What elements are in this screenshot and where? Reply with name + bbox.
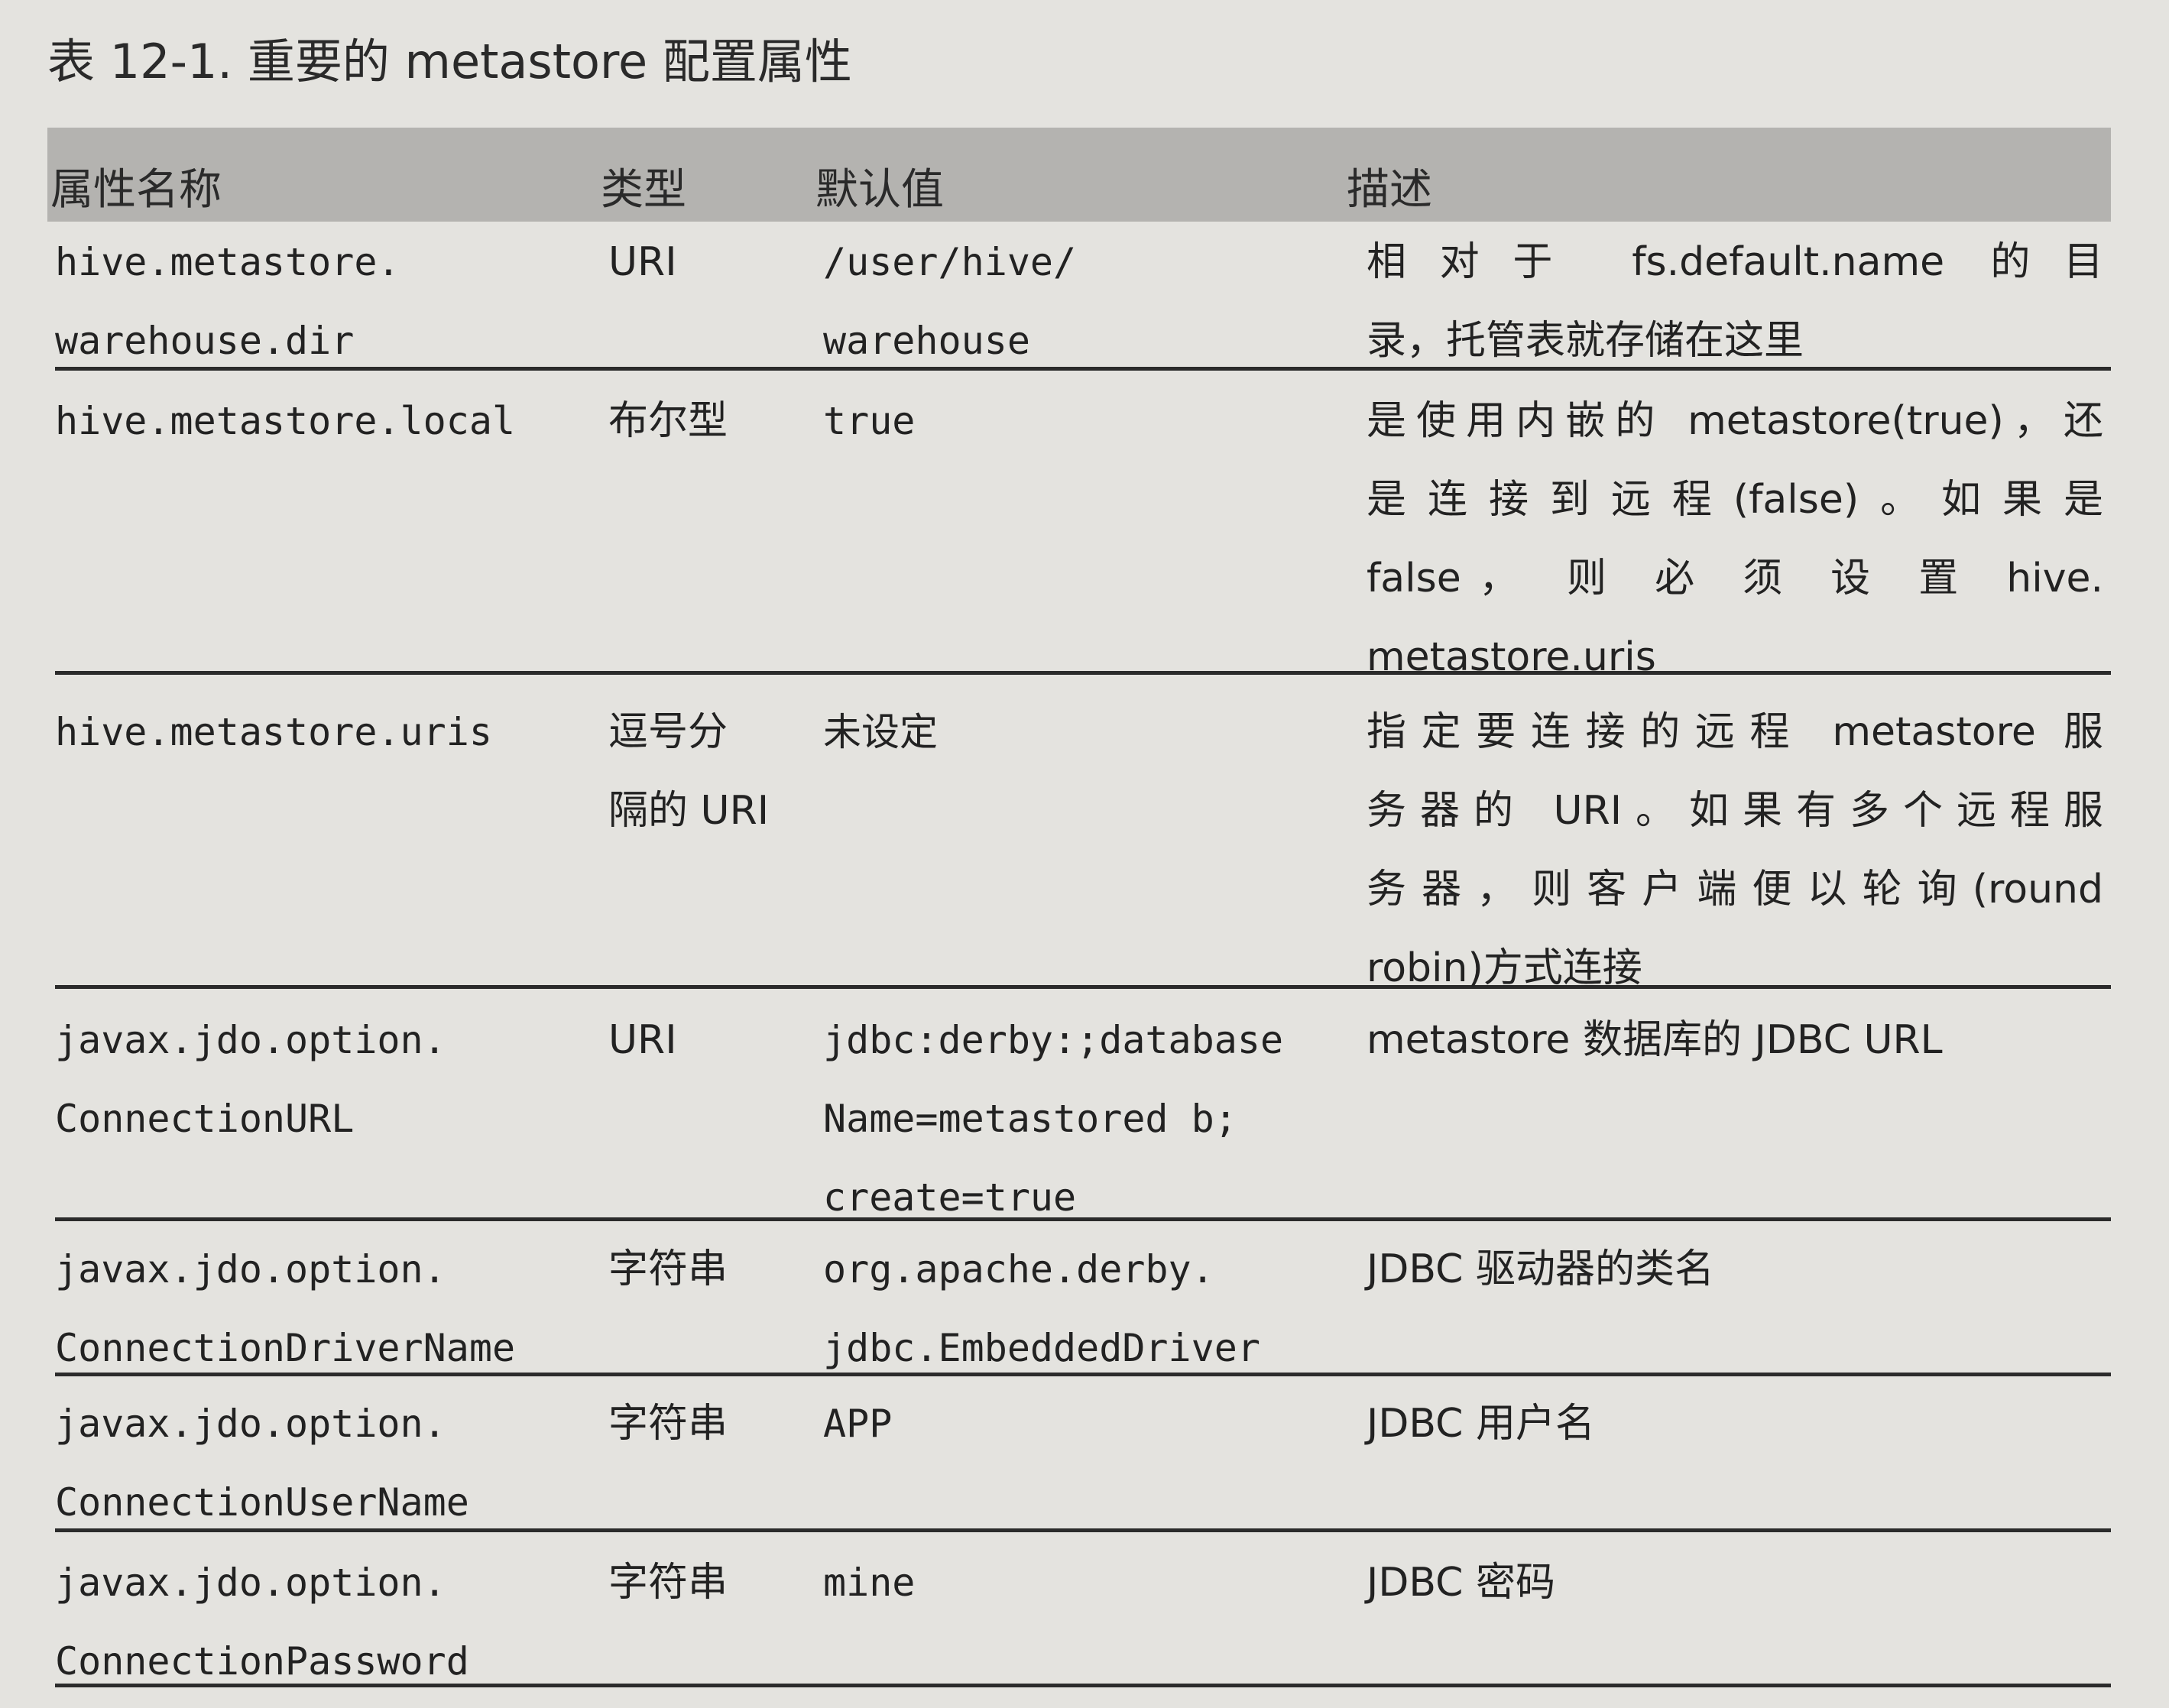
- cell-name: hive.metastore.uris: [55, 693, 492, 772]
- cell-line: javax.jdo.option.: [55, 1018, 446, 1062]
- cell-name: hive.metastore. warehouse.dir: [55, 223, 400, 381]
- cell-line: warehouse: [823, 319, 1030, 363]
- cell-line: 字符串: [608, 1401, 728, 1447]
- cell-line: 隔的 URI: [608, 788, 770, 834]
- cell-line: metastore 数据库的 JDBC URL: [1367, 1017, 1943, 1063]
- cell-line: JDBC 用户名: [1367, 1401, 1595, 1447]
- cell-line: javax.jdo.option.: [55, 1247, 446, 1292]
- table-row: hive.metastore.local 布尔型 true 是使用内嵌的 metast…: [55, 382, 2111, 680]
- cell-line: 相对于 fs.default.name 的目: [1367, 239, 2103, 285]
- cell-name: javax.jdo.option. ConnectionUserName: [55, 1385, 469, 1542]
- cell-description: 相对于 fs.default.name 的目 录，托管表就存储在这里: [1367, 223, 2103, 381]
- table-row: javax.jdo.option. ConnectionDriverName 字符串…: [55, 1230, 2111, 1376]
- cell-line: hive.metastore.uris: [55, 710, 492, 754]
- cell-default: mine: [823, 1544, 915, 1622]
- cell-default: org.apache.derby. jdbc.EmbeddedDriver: [823, 1230, 1260, 1388]
- cell-default: 未设定: [823, 693, 938, 772]
- table-row: hive.metastore. warehouse.dir URI/user/hiv…: [55, 223, 2111, 371]
- cell-line: 录，托管表就存储在这里: [1367, 318, 1804, 364]
- cell-type: 字符串: [608, 1230, 728, 1309]
- cell-line: JDBC 密码: [1367, 1560, 1555, 1606]
- cell-description: 指定要连接的远程 metastore 服务器的 URI。如果有多个远程服 务器，则…: [1367, 693, 2103, 1008]
- cell-line: 务器的 URI。如果有多个远程服: [1367, 788, 2103, 834]
- cell-line: false， 则 必 须 设 置 hive.: [1367, 556, 2103, 601]
- cell-line: 布尔型: [608, 398, 728, 444]
- cell-line: URI: [608, 239, 677, 285]
- cell-name: javax.jdo.option. ConnectionURL: [55, 1001, 446, 1159]
- cell-type: URI: [608, 1001, 677, 1080]
- table-row: javax.jdo.option. ConnectionURL URI jdbc:de…: [55, 1001, 2111, 1221]
- cell-line: ConnectionPassword: [55, 1639, 469, 1684]
- table-row: hive.metastore.uris 逗号分隔的 URI 未设定 指定要连接的远程 …: [55, 693, 2111, 991]
- cell-line: ConnectionUserName: [55, 1480, 469, 1525]
- header-default: 默认值: [815, 165, 944, 215]
- cell-line: 字符串: [608, 1246, 728, 1292]
- table-header: 属性名称 类型 默认值 描述: [47, 128, 2111, 222]
- table-caption: 表 12-1. 重要的 metastore 配置属性: [47, 34, 852, 89]
- cell-line: warehouse.dir: [55, 319, 355, 363]
- cell-line: jdbc:derby:;database: [823, 1018, 1284, 1062]
- header-description: 描述: [1347, 165, 1432, 215]
- cell-line: 指定要连接的远程 metastore 服: [1367, 709, 2103, 755]
- header-property-name: 属性名称: [50, 165, 222, 215]
- cell-line: org.apache.derby.: [823, 1247, 1214, 1292]
- cell-line: 未设定: [823, 710, 938, 754]
- cell-line: 是连接到远程(false)。如果是: [1367, 477, 2103, 523]
- cell-default: /user/hive/warehouse: [823, 223, 1076, 381]
- cell-line: /user/hive/: [823, 240, 1077, 284]
- cell-type: URI: [608, 223, 677, 302]
- cell-description: JDBC 驱动器的类名: [1367, 1230, 2103, 1309]
- cell-description: JDBC 用户名: [1367, 1385, 2103, 1463]
- cell-line: hive.metastore.: [55, 240, 400, 284]
- table-row: javax.jdo.option. ConnectionUserName 字符串 AP…: [55, 1385, 2111, 1532]
- cell-line: URI: [608, 1017, 677, 1063]
- cell-description: 是使用内嵌的 metastore(true)，还 是连接到远程(false)。如果…: [1367, 382, 2103, 697]
- cell-line: Name=metastored b;: [823, 1097, 1237, 1141]
- cell-type: 字符串: [608, 1385, 728, 1463]
- cell-type: 布尔型: [608, 382, 728, 461]
- cell-default: true: [823, 382, 915, 461]
- cell-line: create=true: [823, 1175, 1077, 1220]
- cell-line: 是使用内嵌的 metastore(true)，还: [1367, 398, 2103, 444]
- cell-line: APP: [823, 1402, 893, 1446]
- cell-default: APP: [823, 1385, 892, 1463]
- cell-line: 务器，则客户端便以轮询(round: [1367, 867, 2103, 912]
- header-type: 类型: [601, 165, 686, 215]
- cell-line: 逗号分: [608, 709, 728, 755]
- cell-line: metastore.uris: [1367, 634, 1656, 680]
- cell-description: metastore 数据库的 JDBC URL: [1367, 1001, 2103, 1080]
- cell-line: jdbc.EmbeddedDriver: [823, 1326, 1260, 1370]
- cell-line: 字符串: [608, 1560, 728, 1606]
- cell-line: ConnectionURL: [55, 1097, 355, 1141]
- cell-type: 字符串: [608, 1544, 728, 1622]
- cell-line: true: [823, 399, 916, 443]
- cell-description: JDBC 密码: [1367, 1544, 2103, 1622]
- cell-type: 逗号分隔的 URI: [608, 693, 769, 851]
- cell-name: javax.jdo.option. ConnectionPassword: [55, 1544, 469, 1701]
- cell-line: JDBC 驱动器的类名: [1367, 1246, 1714, 1292]
- cell-name: javax.jdo.option. ConnectionDriverName: [55, 1230, 515, 1388]
- cell-line: robin)方式连接: [1367, 945, 1642, 991]
- cell-name: hive.metastore.local: [55, 382, 515, 461]
- cell-line: javax.jdo.option.: [55, 1561, 446, 1605]
- cell-line: ConnectionDriverName: [55, 1326, 516, 1370]
- cell-line: mine: [823, 1561, 916, 1605]
- cell-line: hive.metastore.local: [55, 399, 516, 443]
- cell-line: javax.jdo.option.: [55, 1402, 446, 1446]
- table-row: javax.jdo.option. ConnectionPassword 字符串 mi…: [55, 1544, 2111, 1687]
- cell-default: jdbc:derby:;database Name=metastored b; cr…: [823, 1001, 1283, 1237]
